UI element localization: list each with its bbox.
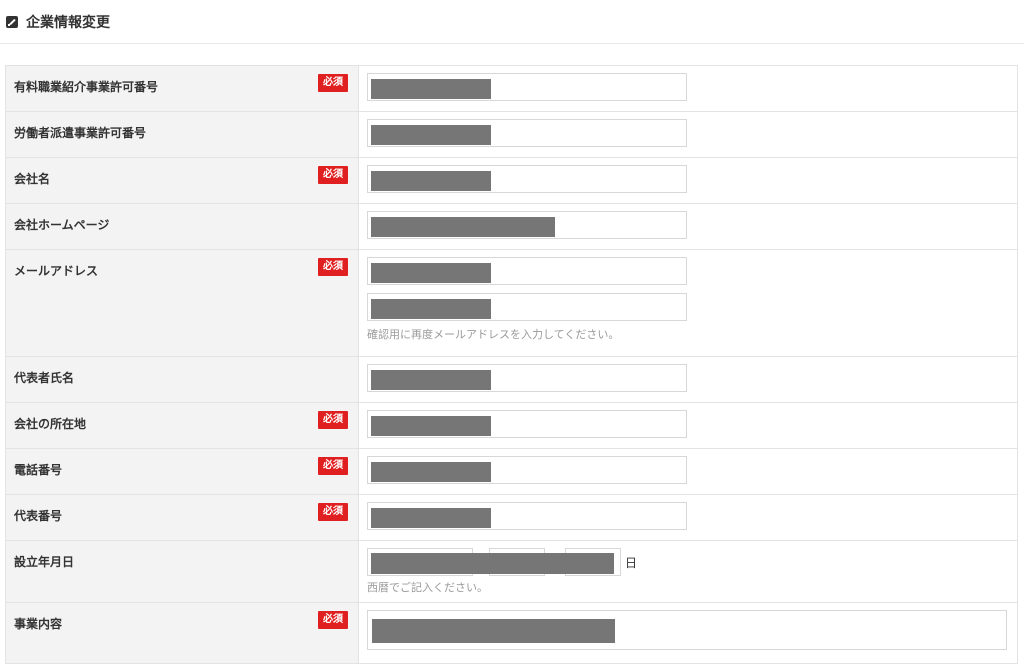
field-label-founded-date: 設立年月日 [14,555,75,569]
label-cell: 代表番号 必須 [6,495,359,540]
license-number-input[interactable] [367,73,687,101]
field-label-business-content: 事業内容 [14,617,63,631]
required-badge: 必須 [318,166,348,184]
label-cell: メールアドレス 必須 [6,250,359,356]
input-cell [359,158,1018,203]
input-cell [359,449,1018,494]
representative-name-input[interactable] [367,364,687,392]
form-row-email: メールアドレス 必須 確認用に再度メールアドレスを入力してください。 [6,250,1018,357]
input-cell [359,357,1018,402]
field-label-phone: 電話番号 [14,463,63,477]
company-info-edit-page: 企業情報変更 有料職業紹介事業許可番号 必須 労働者派遣事業許可番号 会社名 必… [0,0,1024,664]
input-cell: 確認用に再度メールアドレスを入力してください。 [359,250,1018,356]
form-row-address: 会社の所在地 必須 [6,403,1018,449]
founded-date-help: 西暦でご記入ください。 [367,581,488,594]
redacted-value [371,171,491,191]
redacted-value [371,370,491,390]
redacted-value [371,263,491,283]
form-row-license-number: 有料職業紹介事業許可番号 必須 [6,66,1018,112]
redacted-value [371,508,491,528]
redacted-value [371,462,491,482]
field-label-license-number: 有料職業紹介事業許可番号 [14,80,159,94]
field-label-representative: 代表者氏名 [14,371,75,385]
form-row-phone: 電話番号 必須 [6,449,1018,495]
input-cell [359,204,1018,249]
label-cell: 会社名 必須 [6,158,359,203]
company-name-input[interactable] [367,165,687,193]
form-row-main-number: 代表番号 必須 [6,495,1018,541]
page-header: 企業情報変更 [0,0,1024,44]
redacted-value [371,79,491,99]
redacted-value [371,299,491,319]
form-row-website: 会社ホームページ [6,204,1018,250]
redacted-value [371,125,491,145]
label-cell: 電話番号 必須 [6,449,359,494]
page-title: 企業情報変更 [26,14,110,31]
required-badge: 必須 [318,611,348,629]
field-label-dispatch-number: 労働者派遣事業許可番号 [14,126,147,140]
field-label-main-number: 代表番号 [14,509,63,523]
day-unit-label: 日 [625,555,638,570]
required-badge: 必須 [318,457,348,475]
field-label-website: 会社ホームページ [14,218,110,232]
address-input[interactable] [367,410,687,438]
form-row-dispatch-number: 労働者派遣事業許可番号 [6,112,1018,158]
label-cell: 会社の所在地 必須 [6,403,359,448]
label-cell: 会社ホームページ [6,204,359,249]
label-cell: 設立年月日 [6,541,359,602]
input-cell: 日 西暦でご記入ください。 [359,541,1018,602]
edit-icon [6,15,18,28]
form-row-representative: 代表者氏名 [6,357,1018,403]
redacted-value [372,619,615,643]
main-number-input[interactable] [367,502,687,530]
form-row-founded-date: 設立年月日 日 西暦でご記入ください。 [6,541,1018,603]
email-confirm-help: 確認用に再度メールアドレスを入力してください。 [367,328,620,341]
required-badge: 必須 [318,74,348,92]
email-confirm-input[interactable] [367,293,687,321]
required-badge: 必須 [318,411,348,429]
form-row-company-name: 会社名 必須 [6,158,1018,204]
field-label-email: メールアドレス [14,264,99,278]
label-cell: 代表者氏名 [6,357,359,402]
input-cell [359,495,1018,540]
label-cell: 労働者派遣事業許可番号 [6,112,359,157]
label-cell: 有料職業紹介事業許可番号 必須 [6,66,359,111]
input-cell [359,403,1018,448]
required-badge: 必須 [318,503,348,521]
field-label-company-name: 会社名 [14,172,51,186]
required-badge: 必須 [318,258,348,276]
website-input[interactable] [367,211,687,239]
email-input[interactable] [367,257,687,285]
redacted-value [371,217,555,237]
company-info-form: 有料職業紹介事業許可番号 必須 労働者派遣事業許可番号 会社名 必須 会社ホーム… [5,65,1018,664]
redacted-value [371,553,614,574]
field-label-address: 会社の所在地 [14,417,87,431]
input-cell [359,66,1018,111]
phone-input[interactable] [367,456,687,484]
input-cell [359,603,1018,663]
form-row-business-content: 事業内容 必須 [6,603,1018,664]
input-cell [359,112,1018,157]
founded-date-inputs: 日 [367,548,1009,576]
label-cell: 事業内容 必須 [6,603,359,663]
business-content-textarea[interactable] [367,610,1007,650]
dispatch-number-input[interactable] [367,119,687,147]
redacted-value [371,416,491,436]
